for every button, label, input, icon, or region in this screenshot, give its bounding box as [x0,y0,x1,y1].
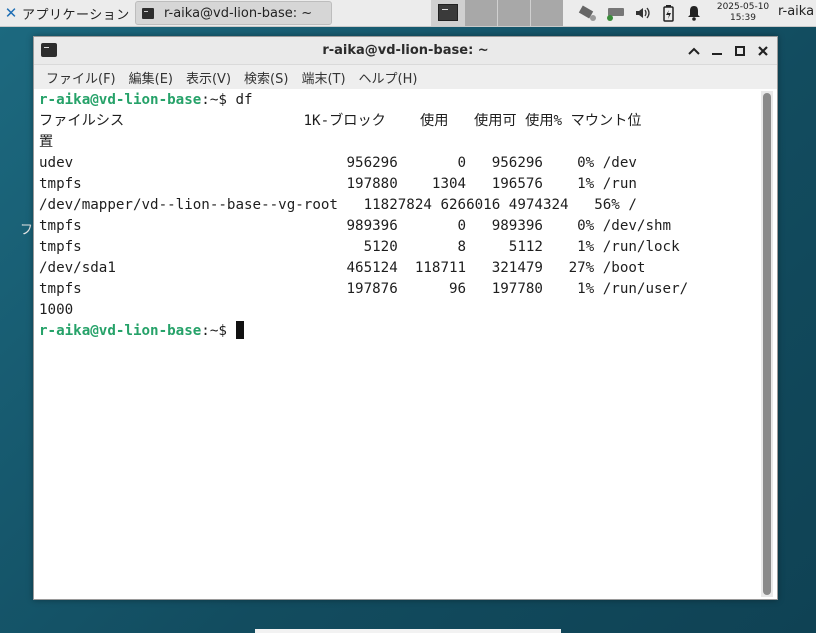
clock-time: 15:39 [730,13,756,23]
output-row-wrap: 1000 [39,302,74,318]
close-button[interactable] [753,41,773,61]
menu-view[interactable]: 表示(V) [186,68,231,87]
maximize-button[interactable] [730,41,750,61]
xfce-logo-icon: ✕ [4,4,18,22]
terminal-window: r-aika@vd-lion-base: ~ ファイル(F) 編集(E) 表示(… [33,36,778,600]
roll-up-button[interactable] [684,41,704,61]
volume-icon[interactable] [632,0,652,26]
text-cursor [236,321,245,339]
menu-help[interactable]: ヘルプ(H) [359,68,418,87]
output-row: tmpfs 5120 8 5112 1% /run/lock [39,239,680,255]
prompt-path: :~$ [201,323,236,339]
desktop-icon-label: フ [20,223,34,238]
workspace-3[interactable] [497,0,530,26]
command-text: df [235,92,253,108]
menu-search[interactable]: 検索(S) [244,68,288,87]
chevron-up-icon [688,47,700,55]
user-menu-button[interactable]: r-aika [778,4,814,19]
taskbar-terminal-button[interactable]: r-aika@vd-lion-base: ~ [135,1,332,25]
power-manager-icon[interactable] [603,0,629,26]
close-icon [758,46,768,56]
output-row: /dev/mapper/vd--lion--base--vg-root 1182… [39,197,637,213]
minimize-icon [712,53,722,55]
active-prompt-line: r-aika@vd-lion-base:~$ [39,321,761,342]
maximize-icon [735,46,745,56]
network-icon[interactable] [576,0,600,26]
workspace-window-thumbnail-icon [438,4,458,21]
prompt-path: :~$ [201,92,236,108]
workspace-4[interactable] [530,0,563,26]
workspace-2[interactable] [464,0,497,26]
battery-icon[interactable] [658,0,678,26]
top-panel: ✕ アプリケーション r-aika@vd-lion-base: ~ 2025-0… [0,0,816,27]
output-header: ファイルシス 1K-ブロック 使用 使用可 使用% マウント位 [39,113,642,129]
minimize-button[interactable] [707,41,727,61]
output-row: tmpfs 989396 0 989396 0% /dev/shm [39,218,672,234]
applications-menu-button[interactable]: ✕ アプリケーション [0,0,132,26]
notification-bell-icon[interactable] [684,0,704,26]
panel-clock[interactable]: 2025-05-10 15:39 [712,2,774,24]
output-row: tmpfs 197876 96 197780 1% /run/user/ [39,281,689,297]
terminal-icon [142,7,154,19]
scrollbar-thumb[interactable] [763,93,771,595]
prompt-user: r-aika@vd-lion-base [39,323,202,339]
output-row: /dev/sda1 465124 118711 321479 27% /boot [39,260,646,276]
terminal-output[interactable]: r-aika@vd-lion-base:~$ df ファイルシス 1K-ブロック… [39,90,761,595]
prompt-user: r-aika@vd-lion-base [39,92,202,108]
menu-edit[interactable]: 編集(E) [129,68,173,87]
clock-date: 2025-05-10 [716,2,770,12]
command-line: r-aika@vd-lion-base:~$ df [39,90,761,111]
workspace-1[interactable] [431,0,464,26]
menu-terminal[interactable]: 端末(T) [301,68,345,87]
vertical-scrollbar[interactable] [761,91,773,597]
output-row: udev 956296 0 956296 0% /dev [39,155,637,171]
window-titlebar[interactable]: r-aika@vd-lion-base: ~ [34,37,777,65]
menu-file[interactable]: ファイル(F) [46,68,116,87]
window-title: r-aika@vd-lion-base: ~ [322,43,489,58]
menubar: ファイル(F) 編集(E) 表示(V) 検索(S) 端末(T) ヘルプ(H) [34,65,777,89]
applications-menu-label: アプリケーション [22,7,130,23]
taskbar-terminal-label: r-aika@vd-lion-base: ~ [164,5,313,21]
output-row: tmpfs 197880 1304 196576 1% /run [39,176,637,192]
output-header-wrap: 置 [39,134,54,150]
desktop-window-edge [255,629,561,633]
